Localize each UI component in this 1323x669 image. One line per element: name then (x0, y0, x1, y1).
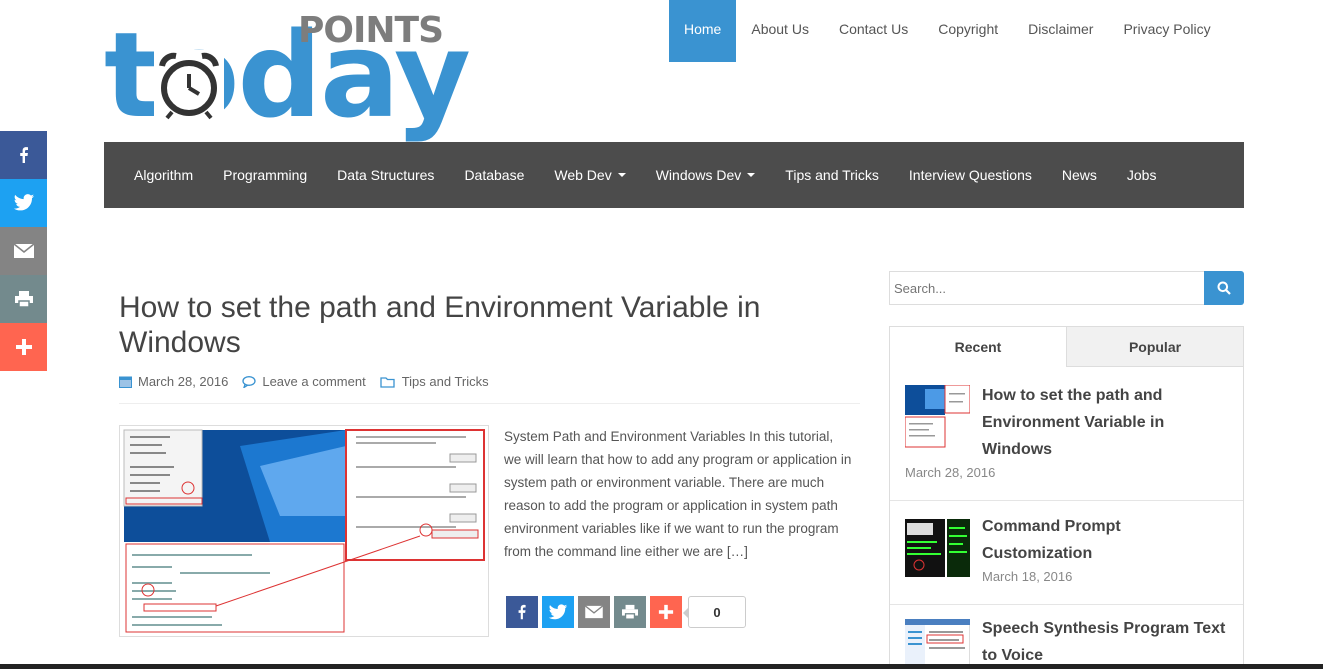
share-count: 0 (683, 596, 746, 628)
nav-label: Windows Dev (655, 167, 742, 183)
post-share-print-button[interactable] (614, 596, 646, 628)
nav-database[interactable]: Database (449, 167, 539, 183)
post-share-bar: 0 (506, 596, 746, 628)
post-excerpt: System Path and Environment Variables In… (504, 429, 852, 559)
post-share-email-button[interactable] (578, 596, 610, 628)
recent-thumbnail (905, 619, 970, 669)
nav-label: Programming (223, 167, 308, 183)
nav-tips-and-tricks[interactable]: Tips and Tricks (770, 167, 894, 183)
nav-web-dev[interactable]: Web Dev (539, 167, 640, 183)
nav-label: Algorithm (134, 167, 194, 183)
post-thumbnail[interactable] (119, 425, 489, 637)
post-share-facebook-button[interactable] (506, 596, 538, 628)
nav-label: Jobs (1126, 167, 1157, 183)
widget-tabs: Recent Popular (890, 327, 1243, 367)
twitter-icon (13, 194, 34, 211)
post-meta: March 28, 2016 Leave a comment Tips and … (119, 374, 860, 404)
comment-icon (242, 375, 256, 388)
bottom-edge (0, 664, 1323, 669)
post-comment-text: Leave a comment (262, 374, 366, 389)
site-logo[interactable]: today POINTS (104, 10, 471, 138)
nav-label: Tips and Tricks (785, 167, 879, 183)
print-icon (622, 604, 638, 620)
post-category-link[interactable]: Tips and Tricks (380, 374, 489, 389)
print-icon (14, 291, 33, 308)
tab-popular[interactable]: Popular (1066, 327, 1243, 367)
nav-jobs[interactable]: Jobs (1112, 167, 1172, 183)
recent-thumbnail (905, 385, 970, 450)
share-facebook-button[interactable] (0, 131, 47, 179)
alarm-clock-icon (154, 50, 224, 120)
recent-date: March 28, 2016 (905, 465, 996, 480)
recent-popular-widget: Recent Popular How to set the path and E… (889, 326, 1244, 669)
post-category-text: Tips and Tricks (401, 374, 489, 389)
share-more-button[interactable] (0, 323, 47, 371)
facebook-icon (19, 147, 28, 163)
calendar-icon (119, 376, 132, 388)
share-email-button[interactable] (0, 227, 47, 275)
topnav-disclaimer[interactable]: Disclaimer (1013, 0, 1108, 62)
top-navigation: Home About Us Contact Us Copyright Discl… (669, 0, 1226, 62)
recent-title[interactable]: How to set the path and Environment Vari… (982, 382, 1222, 463)
nav-data-structures[interactable]: Data Structures (322, 167, 449, 183)
floating-share-bar (0, 131, 47, 371)
nav-label: Web Dev (554, 167, 612, 183)
plus-icon (15, 339, 32, 355)
search-icon (1217, 281, 1231, 295)
facebook-icon (518, 604, 526, 620)
post-date-text: March 28, 2016 (138, 374, 229, 389)
topnav-home[interactable]: Home (669, 0, 737, 62)
nav-label: Data Structures (337, 167, 435, 183)
nav-label: Interview Questions (908, 167, 1032, 183)
plus-icon (658, 604, 674, 620)
screenshot-illustration (120, 426, 488, 636)
topnav-about-us[interactable]: About Us (736, 0, 824, 62)
recent-title[interactable]: Command Prompt Customization (982, 513, 1222, 567)
post-title[interactable]: How to set the path and Environment Vari… (119, 290, 859, 360)
topnav-privacy-policy[interactable]: Privacy Policy (1108, 0, 1225, 62)
recent-date: March 18, 2016 (982, 569, 1073, 584)
search-input[interactable] (889, 271, 1205, 305)
folder-icon (380, 376, 395, 388)
email-icon (13, 243, 34, 258)
logo-badge: POINTS (298, 10, 444, 51)
twitter-icon (548, 603, 568, 619)
topnav-contact-us[interactable]: Contact Us (824, 0, 923, 62)
list-item[interactable]: Speech Synthesis Program Text to Voice (890, 605, 1243, 669)
nav-windows-dev[interactable]: Windows Dev (641, 167, 771, 183)
post-share-more-button[interactable] (650, 596, 682, 628)
recent-title[interactable]: Speech Synthesis Program Text to Voice (982, 615, 1232, 669)
post-share-twitter-button[interactable] (542, 596, 574, 628)
post-date: March 28, 2016 (119, 374, 228, 389)
topnav-copyright[interactable]: Copyright (923, 0, 1013, 62)
main-navigation: Algorithm Programming Data Structures Da… (104, 142, 1244, 208)
nav-label: News (1061, 167, 1097, 183)
post-comment-link[interactable]: Leave a comment (242, 374, 366, 389)
nav-label: Database (464, 167, 525, 183)
nav-programming[interactable]: Programming (208, 167, 322, 183)
list-item[interactable]: How to set the path and Environment Vari… (890, 367, 1243, 501)
caret-down-icon (747, 173, 756, 177)
tab-recent[interactable]: Recent (890, 327, 1066, 367)
share-twitter-button[interactable] (0, 179, 47, 227)
caret-down-icon (617, 173, 626, 177)
nav-news[interactable]: News (1047, 167, 1112, 183)
nav-algorithm[interactable]: Algorithm (119, 167, 208, 183)
email-icon (584, 605, 604, 619)
share-print-button[interactable] (0, 275, 47, 323)
list-item[interactable]: Command Prompt Customization March 18, 2… (890, 501, 1243, 605)
nav-interview-questions[interactable]: Interview Questions (894, 167, 1047, 183)
search-button[interactable] (1204, 271, 1244, 305)
recent-thumbnail (905, 517, 970, 582)
